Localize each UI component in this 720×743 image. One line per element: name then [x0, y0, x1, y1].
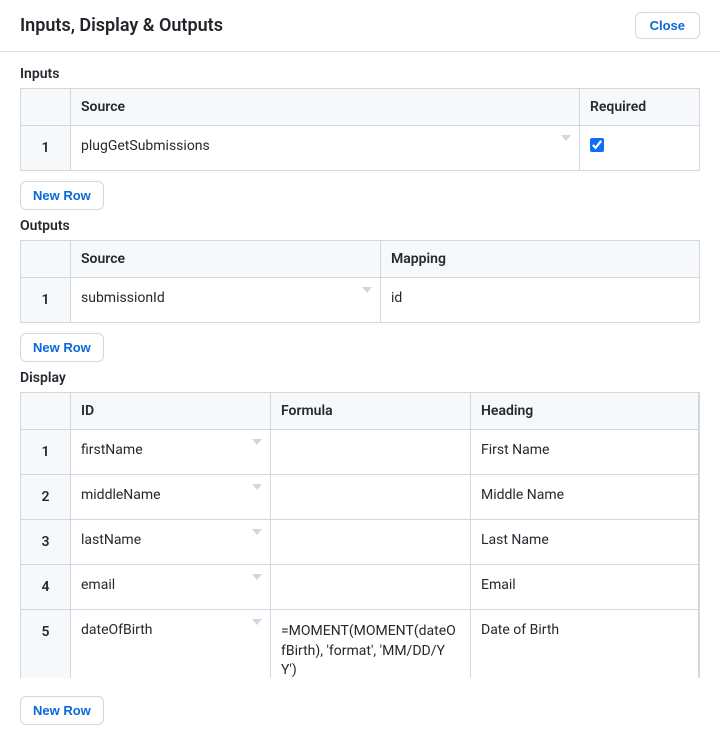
display-id-value: firstName: [81, 442, 143, 458]
row-number: 1: [21, 430, 71, 475]
chevron-down-icon: [252, 439, 262, 445]
chevron-down-icon: [362, 287, 372, 293]
display-heading-value: First Name: [481, 442, 549, 458]
display-id-cell[interactable]: middleName: [71, 475, 271, 520]
inputs-new-row-button[interactable]: New Row: [20, 181, 104, 210]
outputs-source-value: submissionId: [81, 290, 165, 306]
display-formula-cell[interactable]: [271, 475, 471, 520]
outputs-mapping-cell[interactable]: id: [381, 278, 700, 323]
inputs-source-header: Source: [71, 89, 580, 126]
inputs-section-title: Inputs: [20, 66, 700, 82]
row-number: 2: [21, 475, 71, 520]
display-section-title: Display: [20, 370, 700, 386]
outputs-table: Source Mapping 1 submissionId id: [20, 240, 700, 323]
display-heading-cell[interactable]: Middle Name: [471, 475, 699, 520]
display-formula-cell[interactable]: [271, 565, 471, 610]
row-number: 3: [21, 520, 71, 565]
display-id-value: middleName: [81, 487, 161, 503]
table-row: 5 dateOfBirth =MOMENT(MOMENT(dateOfBirth…: [21, 610, 699, 679]
display-formula-cell[interactable]: [271, 430, 471, 475]
display-heading-value: Middle Name: [481, 487, 564, 503]
display-heading-cell[interactable]: Last Name: [471, 520, 699, 565]
display-id-header: ID: [71, 393, 271, 430]
display-heading-value: Email: [481, 577, 516, 593]
inputs-section: Inputs Source Required 1 plugGetSubmissi…: [20, 66, 700, 210]
display-formula-header: Formula: [271, 393, 471, 430]
outputs-section-title: Outputs: [20, 218, 700, 234]
display-formula-cell[interactable]: =MOMENT(MOMENT(dateOfBirth), 'format', '…: [271, 610, 471, 679]
display-table: ID Formula Heading 1 firstName: [20, 392, 699, 678]
outputs-mapping-header: Mapping: [381, 241, 700, 278]
display-id-cell[interactable]: email: [71, 565, 271, 610]
chevron-down-icon: [561, 135, 571, 141]
display-formula-cell[interactable]: [271, 520, 471, 565]
inputs-required-cell: [580, 126, 700, 171]
row-number: 5: [21, 610, 71, 679]
table-row: 1 firstName First Name: [21, 430, 699, 475]
outputs-new-row-button[interactable]: New Row: [20, 333, 104, 362]
outputs-rownum-header: [21, 241, 71, 278]
required-checkbox[interactable]: [590, 138, 604, 152]
display-heading-value: Date of Birth: [481, 622, 559, 638]
outputs-mapping-value: id: [391, 290, 402, 306]
display-formula-value: =MOMENT(MOMENT(dateOfBirth), 'format', '…: [281, 623, 456, 678]
outputs-source-cell[interactable]: submissionId: [71, 278, 381, 323]
display-heading-cell[interactable]: First Name: [471, 430, 699, 475]
chevron-down-icon: [252, 619, 262, 625]
inputs-source-cell[interactable]: plugGetSubmissions: [71, 126, 580, 171]
panel-header: Inputs, Display & Outputs Close: [0, 0, 720, 52]
inputs-table: Source Required 1 plugGetSubmissions: [20, 88, 700, 171]
inputs-source-value: plugGetSubmissions: [81, 138, 210, 154]
display-heading-cell[interactable]: Email: [471, 565, 699, 610]
display-id-cell[interactable]: firstName: [71, 430, 271, 475]
display-id-value: dateOfBirth: [81, 622, 153, 638]
display-id-cell[interactable]: lastName: [71, 520, 271, 565]
display-heading-header: Heading: [471, 393, 699, 430]
display-id-value: lastName: [81, 532, 141, 548]
display-section: Display ID Formula Heading 1: [20, 370, 700, 678]
display-heading-cell[interactable]: Date of Birth: [471, 610, 699, 679]
chevron-down-icon: [252, 529, 262, 535]
table-row: 1 submissionId id: [21, 278, 700, 323]
chevron-down-icon: [252, 574, 262, 580]
display-id-value: email: [81, 577, 115, 593]
outputs-section: Outputs Source Mapping 1 submissionId: [20, 218, 700, 362]
table-row: 1 plugGetSubmissions: [21, 126, 700, 171]
inputs-required-header: Required: [580, 89, 700, 126]
inputs-rownum-header: [21, 89, 71, 126]
display-heading-value: Last Name: [481, 532, 549, 548]
row-number: 1: [21, 126, 71, 171]
panel-title: Inputs, Display & Outputs: [20, 15, 223, 36]
display-id-cell[interactable]: dateOfBirth: [71, 610, 271, 679]
row-number: 1: [21, 278, 71, 323]
table-row: 3 lastName Last Name: [21, 520, 699, 565]
display-new-row-button[interactable]: New Row: [20, 696, 104, 725]
display-scroll[interactable]: ID Formula Heading 1 firstName: [20, 392, 699, 678]
chevron-down-icon: [252, 484, 262, 490]
outputs-source-header: Source: [71, 241, 381, 278]
display-rownum-header: [21, 393, 71, 430]
table-row: 4 email Email: [21, 565, 699, 610]
row-number: 4: [21, 565, 71, 610]
close-button[interactable]: Close: [635, 12, 700, 39]
table-row: 2 middleName Middle Name: [21, 475, 699, 520]
